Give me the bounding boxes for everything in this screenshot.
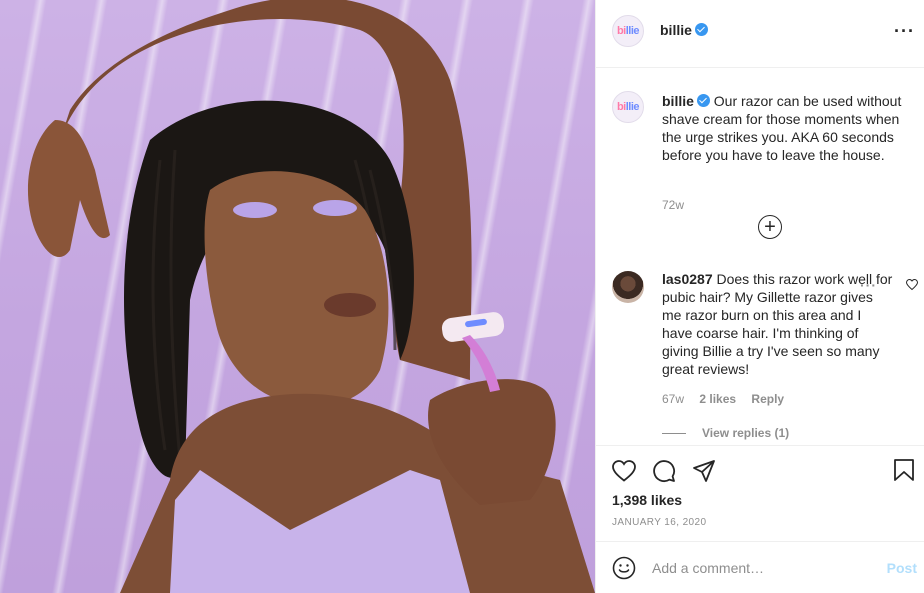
share-icon[interactable] [692,459,716,483]
caption-username[interactable]: billie [662,93,694,109]
likes-count[interactable]: 1,398 likes [612,492,682,508]
comment-reply-button[interactable]: Reply [751,392,784,406]
comment-likes[interactable]: 2 likes [699,392,736,406]
lips [324,293,376,317]
more-options-icon[interactable]: ··· [894,22,915,40]
caption-avatar[interactable]: bi llie [612,91,644,123]
verified-icon [694,23,708,36]
post-details-panel: bi llie billie ··· bi llie billie Our razo… [595,0,924,593]
add-comment-bar: Post [596,541,924,593]
comment-meta: 67w 2 likes Reply [662,392,796,406]
comment-username[interactable]: las0287 [662,271,713,287]
replies-divider [662,433,686,435]
face [204,171,389,407]
caption-timestamp[interactable]: 72w [662,198,684,212]
comments-scroll-area[interactable]: bi llie billie Our razor can be used with… [596,69,924,445]
comment-input[interactable] [652,556,872,580]
heart-icon[interactable] [612,460,636,482]
post-date[interactable]: JANUARY 16, 2020 [612,517,706,528]
verified-icon [696,94,710,107]
eyeshadow-right [313,200,357,216]
eyeshadow-left [233,202,277,218]
post-photo[interactable] [0,0,595,593]
post-photo-illustration [27,0,595,593]
plus-circle-icon[interactable]: + [758,215,782,239]
comment-icon[interactable] [652,459,676,483]
hand [27,120,110,258]
comment-like-heart-icon[interactable] [906,279,918,291]
post-comment-button[interactable]: Post [887,560,917,576]
account-avatar[interactable]: bi llie [612,15,644,47]
view-replies-button[interactable]: View replies (1) [662,426,789,440]
post-actions: 1,398 likes JANUARY 16, 2020 [596,445,924,541]
account-username[interactable]: billie [660,22,708,38]
comment-more-icon[interactable]: ··· [860,277,877,293]
bookmark-icon[interactable] [893,458,915,482]
comment-timestamp[interactable]: 67w [662,392,684,406]
commenter-avatar[interactable] [612,271,644,303]
post-header: bi llie billie ··· [596,0,924,68]
emoji-icon[interactable] [612,556,636,580]
caption-text: billie Our razor can be used without sha… [662,92,920,164]
